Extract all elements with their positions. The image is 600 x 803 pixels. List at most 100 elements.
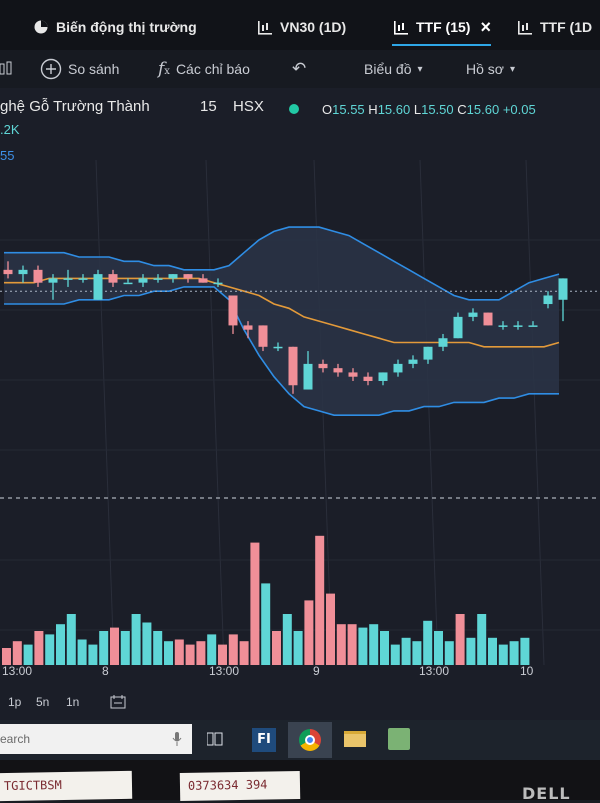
volume-bar (423, 620, 433, 665)
chart-type-label: Biểu đồ (364, 61, 412, 77)
taskbar-search-input[interactable]: earch (0, 732, 30, 746)
volume-bar (239, 641, 249, 665)
taskbar-search-box[interactable]: earch (0, 724, 192, 754)
time-tick: 13:00 (209, 664, 240, 678)
volume-bar (304, 600, 314, 665)
candle-body (18, 269, 28, 275)
open-value: 15.55 (332, 102, 365, 117)
symbol-exchange: HSX (233, 98, 264, 115)
candle-body (213, 282, 223, 285)
close-tab-icon[interactable]: × (480, 17, 491, 38)
volume-bar (261, 583, 271, 665)
volume-bar (315, 535, 325, 665)
ohlc-readout: O15.55 H15.60 L15.50 C15.60 +0.05 (322, 102, 536, 117)
volume-bar (207, 634, 217, 665)
candle-body (198, 278, 208, 283)
time-tick: 13:00 (419, 664, 450, 678)
tab-ttf-15[interactable]: TTF (15) × (392, 10, 491, 46)
volume-bar (185, 644, 195, 665)
sticker-note: TGICTBSM (0, 770, 133, 802)
candle-body (153, 278, 163, 280)
profile-label: Hồ sơ (466, 61, 504, 77)
tab-label: TTF (1D (540, 19, 593, 35)
volume-bar (56, 624, 65, 665)
app-fi-icon[interactable]: FI (252, 728, 276, 752)
candle-body (288, 346, 298, 386)
candle-body (3, 269, 13, 275)
candle-chart-icon (258, 21, 272, 35)
volume-bar (336, 624, 346, 665)
indicators-label: Các chỉ báo (175, 61, 250, 77)
volume-bar (88, 644, 98, 665)
profile-dropdown[interactable]: Hồ sơ ▾ (466, 56, 515, 82)
indicators-button[interactable]: fx Các chỉ báo (158, 56, 250, 82)
volume-bar (455, 614, 465, 665)
tab-vn30[interactable]: VN30 (1D) (256, 10, 346, 44)
candle-body (378, 372, 388, 381)
tab-label: Biến động thị trường (56, 19, 197, 35)
candle-body (558, 278, 568, 300)
time-tick: 9 (313, 664, 320, 678)
date-range-icon[interactable] (110, 695, 126, 709)
candle-body (318, 363, 328, 369)
grid-line (205, 160, 225, 666)
candle-body (63, 278, 73, 280)
grid-line (95, 160, 115, 666)
volume-bar (110, 627, 119, 665)
low-label: L (413, 102, 422, 117)
app-spreadsheet-icon[interactable] (388, 728, 410, 750)
volume-bar (293, 631, 303, 665)
microphone-icon[interactable] (172, 732, 182, 746)
candle-body (48, 278, 58, 283)
high-value: 15.60 (377, 102, 411, 117)
volume-bar (153, 631, 163, 665)
candle-body (543, 295, 553, 305)
trading-screen: Biến động thị trường VN30 (1D) TTF (15) … (0, 0, 600, 760)
time-tick: 10 (520, 664, 534, 678)
candle-body (333, 368, 343, 373)
tab-ttf-1d[interactable]: TTF (1D (516, 10, 592, 44)
volume-bar (66, 614, 76, 665)
chrome-icon[interactable] (288, 722, 332, 758)
price-chart[interactable] (0, 160, 600, 720)
volume-bar (99, 631, 109, 665)
candle-body (438, 338, 448, 347)
compare-label: So sánh (68, 61, 120, 77)
chart-type-dropdown[interactable]: Biểu đồ ▾ (364, 56, 423, 82)
volume-bar (520, 637, 530, 665)
time-tick: 13:00 (2, 664, 33, 678)
range-1n-button[interactable]: 1n (66, 695, 79, 709)
sticker-text: TGICTBSM (3, 778, 62, 794)
candle-body (453, 316, 463, 339)
tab-label: TTF (15) (416, 19, 471, 35)
volume-bar (466, 637, 476, 665)
candle-body (393, 363, 403, 373)
candle-body (273, 346, 283, 349)
range-5n-button[interactable]: 5n (36, 695, 49, 709)
volume-bar (509, 641, 519, 665)
undo-button[interactable]: ↶ (292, 56, 306, 82)
bollinger-band-fill (4, 227, 559, 416)
volume-bar (272, 631, 281, 665)
tab-label: VN30 (1D) (280, 19, 347, 35)
volume-bar (347, 624, 357, 665)
volume-bar (434, 631, 443, 665)
volume-bar (142, 622, 152, 665)
tab-market-movements[interactable]: Biến động thị trường (32, 10, 197, 44)
volume-bar (34, 631, 44, 665)
time-tick: 8 (102, 664, 109, 678)
compare-button[interactable]: So sánh (40, 56, 119, 82)
range-1p-button[interactable]: 1p (8, 695, 21, 709)
volume-bar (477, 614, 487, 665)
grid-line (525, 160, 545, 666)
high-label: H (368, 102, 378, 117)
file-explorer-icon[interactable] (344, 731, 366, 747)
volume-bar (444, 641, 454, 665)
task-view-icon[interactable] (207, 732, 223, 746)
sticker-phone-note: 0373634 394 (179, 770, 301, 802)
symbol-info: ghệ Gỗ Trường Thành 15 HSX O15.55 H15.60… (0, 92, 600, 163)
bar-style-button[interactable] (0, 56, 14, 82)
grid-line (419, 160, 439, 666)
candle-chart-icon (394, 21, 408, 35)
candle-body (363, 376, 373, 381)
